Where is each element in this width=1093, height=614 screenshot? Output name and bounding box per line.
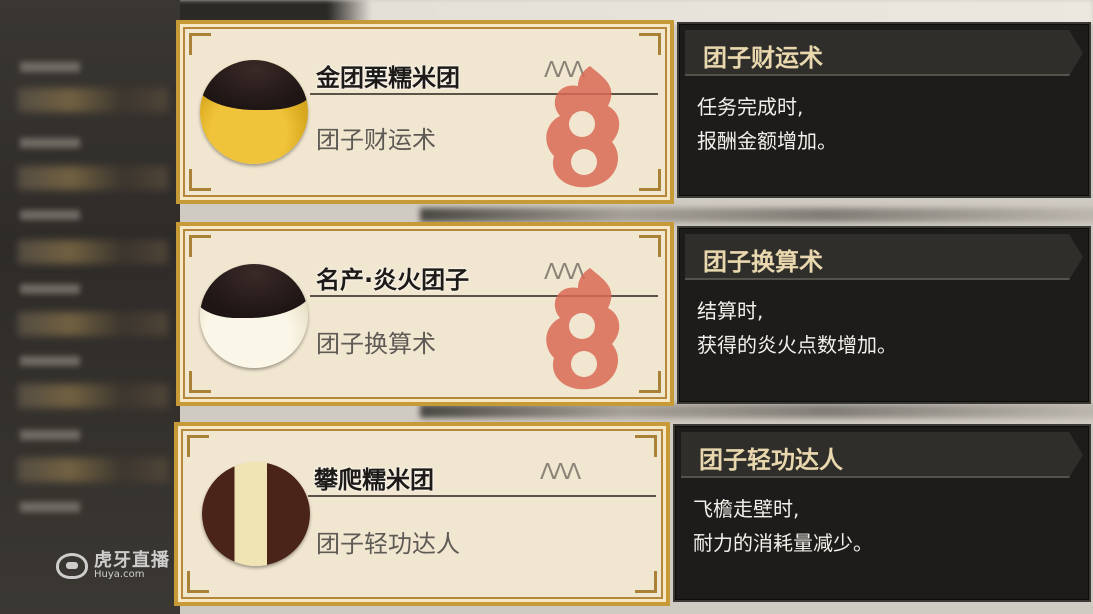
blurred-label [20, 502, 80, 512]
background-strip [420, 404, 1093, 418]
card-corner-ornament [187, 435, 209, 457]
blurred-label [20, 62, 80, 72]
blurred-row [18, 384, 168, 408]
card-corner-ornament [639, 33, 661, 55]
item-name: 名产·炎火团子 [316, 266, 470, 294]
item-skill: 团子财运术 [316, 126, 436, 154]
skill-description-panel: 团子轻功达人 飞檐走壁时, 耐力的消耗量减少。 [673, 424, 1091, 602]
skill-title-bar: 团子轻功达人 [681, 432, 1083, 478]
blurred-row [18, 312, 168, 336]
blurred-row [18, 166, 168, 190]
watermark-brand-cn: 虎牙直播 [94, 550, 170, 571]
rarity-marks: ᐱᐱᐱ [540, 460, 581, 485]
blurred-row [18, 88, 168, 112]
skill-description: 任务完成时, 报酬金额增加。 [697, 90, 837, 158]
dango-gold-icon [200, 60, 308, 164]
blurred-label [20, 430, 80, 440]
item-name: 攀爬糯米团 [314, 466, 434, 494]
card-corner-ornament [189, 235, 211, 257]
item-name: 金团栗糯米团 [316, 64, 460, 92]
description-line: 耐力的消耗量减少。 [693, 531, 873, 555]
background-strip [420, 208, 1093, 222]
skill-title: 团子轻功达人 [699, 446, 843, 474]
huya-logo-icon [56, 553, 88, 579]
card-corner-ornament [189, 169, 211, 191]
card-corner-ornament [639, 169, 661, 191]
card-corner-ornament [635, 435, 657, 457]
fire-emblem-icon [546, 268, 620, 390]
blurred-row [18, 240, 168, 264]
fire-emblem-icon [546, 66, 620, 188]
card-corner-ornament [639, 371, 661, 393]
skill-description: 飞檐走壁时, 耐力的消耗量减少。 [693, 492, 873, 560]
description-line: 结算时, [697, 299, 764, 323]
dango-striped-icon [202, 462, 310, 566]
card-corner-ornament [189, 33, 211, 55]
description-line: 获得的炎火点数增加。 [697, 333, 897, 357]
card-corner-ornament [639, 235, 661, 257]
item-card[interactable]: 名产·炎火团子 ᐱᐱᐱ 团子换算术 [176, 222, 674, 406]
card-corner-ornament [189, 371, 211, 393]
skill-title: 团子财运术 [703, 44, 823, 72]
description-line: 飞檐走壁时, [693, 497, 800, 521]
watermark-brand-en: Huya.com [94, 569, 145, 580]
skill-title-bar: 团子财运术 [685, 30, 1083, 76]
skill-description-panel: 团子财运术 任务完成时, 报酬金额增加。 [677, 22, 1091, 198]
skill-description: 结算时, 获得的炎火点数增加。 [697, 294, 897, 362]
item-card[interactable]: 攀爬糯米团 ᐱᐱᐱ 团子轻功达人 [174, 422, 670, 606]
item-skill: 团子轻功达人 [316, 530, 460, 558]
blurred-row [18, 458, 168, 482]
description-line: 报酬金额增加。 [697, 129, 837, 153]
skill-title-bar: 团子换算术 [685, 234, 1083, 280]
blurred-label [20, 356, 80, 366]
background-left-blur [0, 0, 180, 614]
description-line: 任务完成时, [697, 95, 804, 119]
item-card[interactable]: 金团栗糯米团 ᐱᐱᐱ 团子财运术 [176, 20, 674, 204]
huya-watermark: 虎牙直播 Huya.com [56, 552, 170, 580]
skill-title: 团子换算术 [703, 248, 823, 276]
blurred-label [20, 210, 80, 220]
blurred-label [20, 284, 80, 294]
skill-description-panel: 团子换算术 结算时, 获得的炎火点数增加。 [677, 226, 1091, 404]
item-skill: 团子换算术 [316, 330, 436, 358]
card-corner-ornament [635, 571, 657, 593]
dango-white-icon [200, 264, 308, 368]
blurred-label [20, 138, 80, 148]
card-corner-ornament [187, 571, 209, 593]
name-divider [308, 495, 656, 497]
